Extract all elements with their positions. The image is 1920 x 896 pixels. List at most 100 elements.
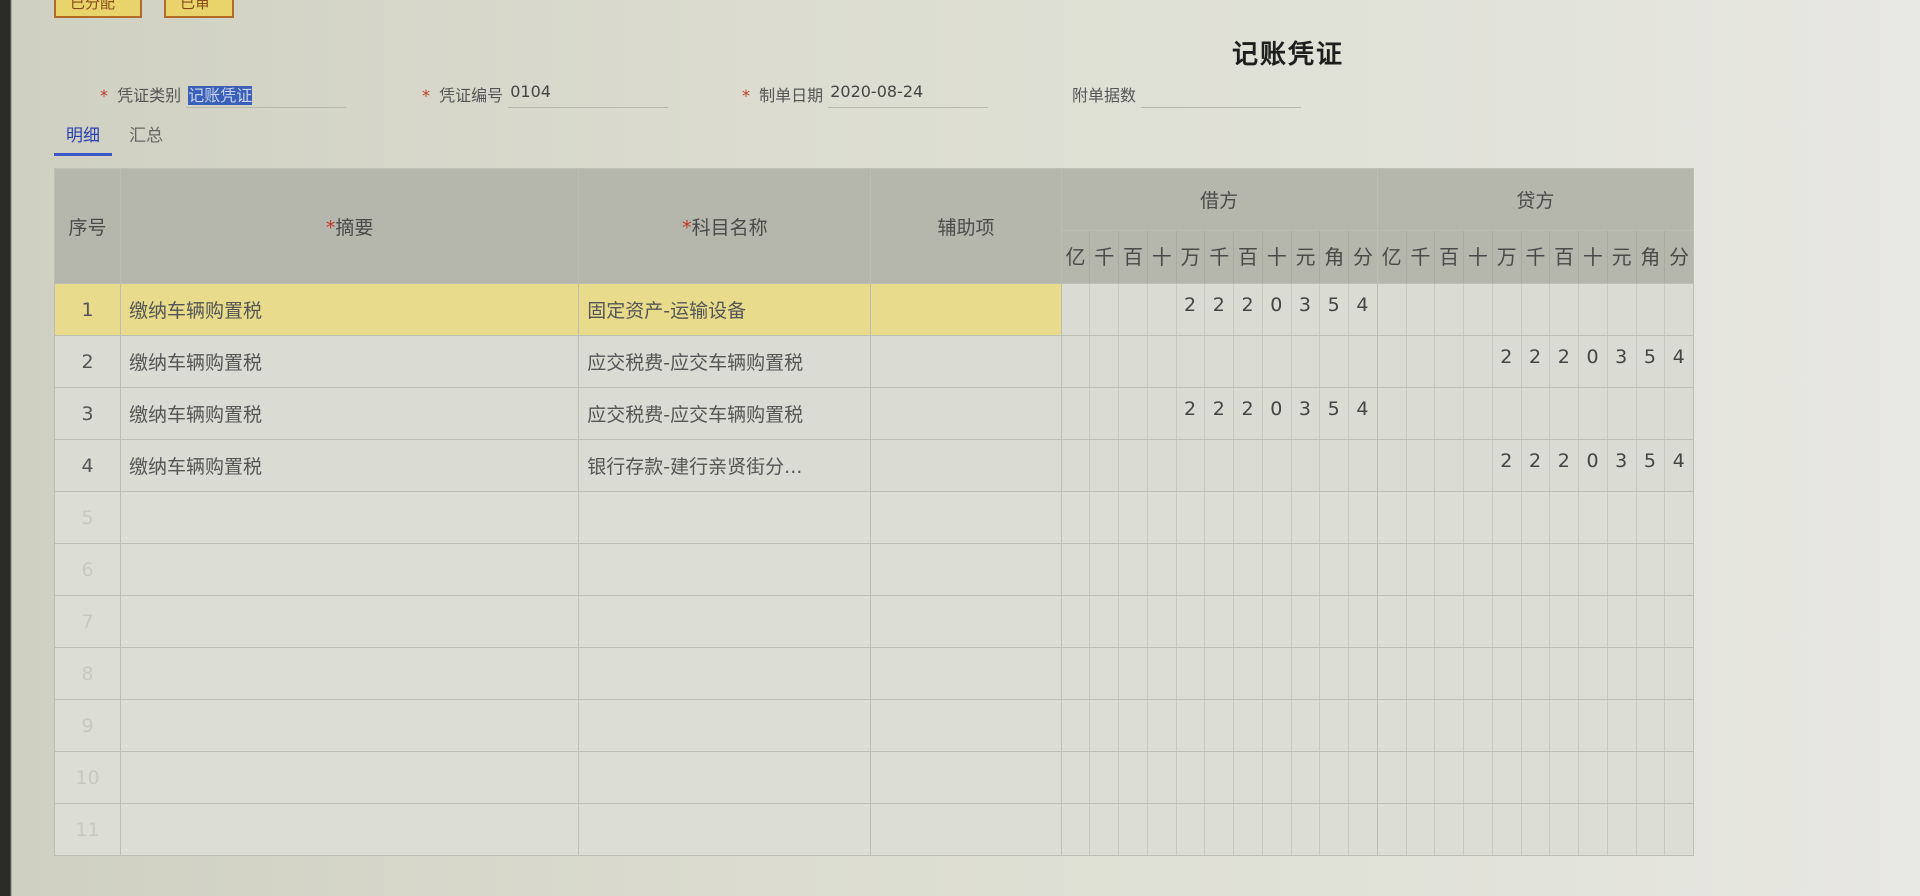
account-cell[interactable]	[578, 803, 872, 856]
table-row[interactable]: 5	[53, 491, 1695, 544]
aux-cell[interactable]	[870, 439, 1062, 492]
aux-cell[interactable]	[870, 751, 1062, 804]
digit-grid	[1378, 700, 1693, 751]
aux-cell[interactable]	[870, 387, 1062, 440]
unit-label: 百	[1234, 231, 1263, 283]
debit-cell[interactable]	[1060, 751, 1378, 804]
summary-cell[interactable]	[120, 595, 580, 648]
row-index[interactable]: 3	[53, 387, 122, 440]
tab-detail[interactable]: 明细	[54, 122, 112, 156]
account-cell[interactable]	[578, 491, 872, 544]
voucher-date-label: 制单日期	[759, 86, 824, 105]
credit-cell[interactable]	[1376, 595, 1695, 648]
table-row[interactable]: 11	[53, 803, 1695, 856]
credit-cell[interactable]	[1376, 387, 1695, 440]
voucher-number-input[interactable]: 0104	[508, 82, 669, 108]
table-row[interactable]: 2 缴纳车辆购置税 应交税费-应交车辆购置税 2 2 2 0 3 5 4	[53, 335, 1695, 388]
aux-cell[interactable]	[870, 647, 1062, 700]
summary-cell[interactable]	[120, 647, 580, 700]
digit-grid	[1062, 648, 1377, 699]
unit-label: 万	[1493, 231, 1522, 283]
tab-summary[interactable]: 汇总	[117, 122, 175, 156]
account-cell[interactable]	[578, 647, 872, 700]
digit-grid	[1378, 648, 1693, 699]
table-row[interactable]: 8	[53, 647, 1695, 700]
credit-cell[interactable]	[1376, 803, 1695, 856]
aux-cell[interactable]	[870, 595, 1062, 648]
aux-cell[interactable]	[870, 543, 1062, 596]
debit-cell[interactable]	[1060, 335, 1378, 388]
credit-cell[interactable]: 2220354	[1376, 439, 1695, 492]
digit-grid	[1062, 804, 1377, 855]
aux-cell[interactable]	[870, 491, 1062, 544]
unit-label: 十	[1464, 231, 1493, 283]
summary-cell[interactable]: 缴纳车辆购置税	[120, 335, 580, 388]
summary-cell[interactable]: 缴纳车辆购置税	[120, 283, 580, 336]
aux-cell[interactable]	[870, 803, 1062, 856]
voucher-type-input[interactable]: 记账凭证	[186, 82, 347, 108]
required-mark: *	[742, 86, 750, 105]
debit-cell[interactable]	[1060, 803, 1378, 856]
credit-cell[interactable]	[1376, 699, 1695, 752]
account-cell[interactable]: 固定资产-运输设备	[578, 283, 872, 336]
amount-value: 2220354	[1500, 450, 1685, 472]
summary-cell[interactable]: 缴纳车辆购置税	[120, 439, 580, 492]
aux-cell[interactable]	[870, 699, 1062, 752]
row-index: 11	[53, 803, 122, 856]
debit-cell[interactable]	[1060, 699, 1378, 752]
debit-cell[interactable]	[1060, 647, 1378, 700]
aux-cell[interactable]	[870, 283, 1062, 336]
credit-cell[interactable]	[1376, 751, 1695, 804]
table-row[interactable]: 4 缴纳车辆购置税 银行存款-建行亲贤街分... 2 2 2 0 3 5 4	[53, 439, 1695, 492]
summary-cell[interactable]: 缴纳车辆购置税	[120, 387, 580, 440]
table-row[interactable]: 3 缴纳车辆购置税 应交税费-应交车辆购置税 2 2 2 0 3 5 4	[53, 387, 1695, 440]
table-row[interactable]: 9	[53, 699, 1695, 752]
voucher-type-field: * 凭证类别 记账凭证	[100, 82, 347, 112]
row-index[interactable]: 1	[53, 283, 122, 336]
table-row[interactable]: 7	[53, 595, 1695, 648]
assigned-button[interactable]: 已分配	[54, 0, 142, 18]
credit-cell[interactable]	[1376, 543, 1695, 596]
credit-cell[interactable]	[1376, 647, 1695, 700]
digit-grid	[1378, 752, 1693, 803]
summary-cell[interactable]	[120, 751, 580, 804]
account-cell[interactable]	[578, 595, 872, 648]
credit-cell[interactable]: 2220354	[1376, 335, 1695, 388]
attachment-count-input[interactable]	[1141, 82, 1302, 108]
debit-unit-header: 亿千百十万千百十元角分	[1060, 230, 1378, 284]
account-cell[interactable]	[578, 751, 872, 804]
summary-cell[interactable]	[120, 491, 580, 544]
row-index: 7	[53, 595, 122, 648]
audited-button[interactable]: 已审	[164, 0, 234, 18]
digit-grid	[1062, 440, 1377, 491]
voucher-date-input[interactable]: 2020-08-24	[828, 82, 989, 108]
account-cell[interactable]: 银行存款-建行亲贤街分...	[578, 439, 872, 492]
table-row[interactable]: 1 缴纳车辆购置税 固定资产-运输设备 2 2 2 0 3 5 4	[53, 283, 1695, 336]
unit-label: 十	[1579, 231, 1608, 283]
debit-cell[interactable]	[1060, 543, 1378, 596]
account-cell[interactable]	[578, 543, 872, 596]
column-header-credit: 贷方	[1376, 168, 1695, 231]
row-index[interactable]: 2	[53, 335, 122, 388]
debit-cell[interactable]	[1060, 595, 1378, 648]
aux-cell[interactable]	[870, 335, 1062, 388]
row-index[interactable]: 4	[53, 439, 122, 492]
credit-cell[interactable]	[1376, 283, 1695, 336]
debit-cell[interactable]: 2220354	[1060, 283, 1378, 336]
debit-cell[interactable]	[1060, 439, 1378, 492]
summary-cell[interactable]	[120, 543, 580, 596]
account-cell[interactable]: 应交税费-应交车辆购置税	[578, 387, 872, 440]
summary-cell[interactable]	[120, 699, 580, 752]
credit-cell[interactable]	[1376, 491, 1695, 544]
account-cell[interactable]	[578, 699, 872, 752]
account-cell[interactable]: 应交税费-应交车辆购置税	[578, 335, 872, 388]
debit-cell[interactable]	[1060, 491, 1378, 544]
debit-cell[interactable]: 2220354	[1060, 387, 1378, 440]
summary-cell[interactable]	[120, 803, 580, 856]
row-index: 10	[53, 751, 122, 804]
attachment-count-field: 附单据数	[1072, 82, 1302, 112]
row-index: 9	[53, 699, 122, 752]
table-row[interactable]: 10	[53, 751, 1695, 804]
table-row[interactable]: 6	[53, 543, 1695, 596]
unit-label: 十	[1263, 231, 1292, 283]
